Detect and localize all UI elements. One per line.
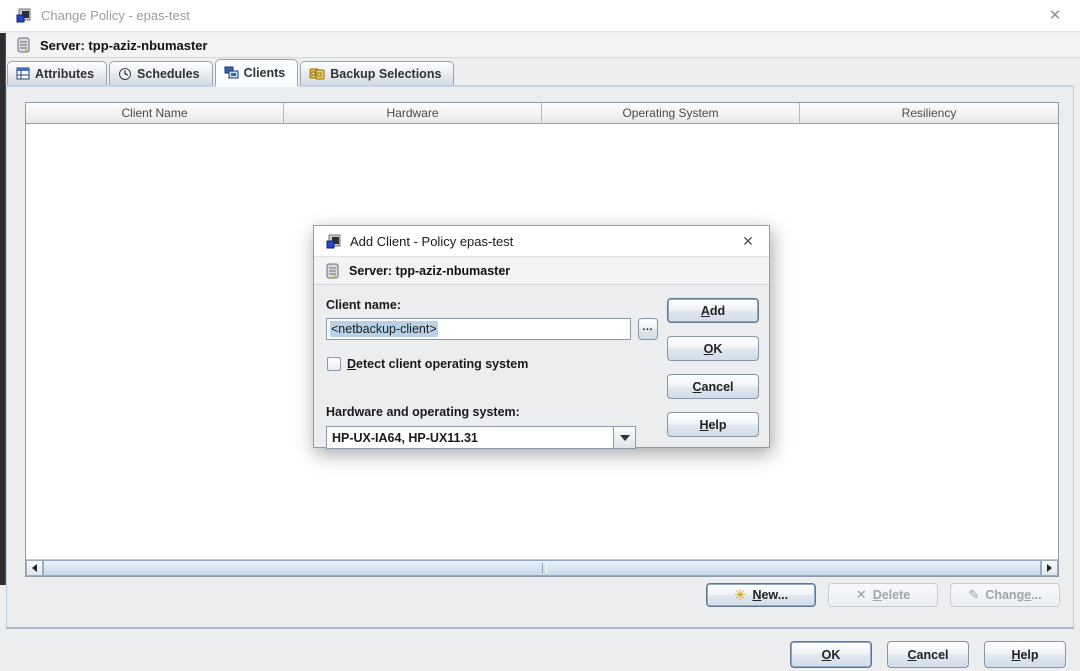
help-button[interactable]: Help — [984, 641, 1066, 668]
add-client-body: Client name: <netbackup-client> … Detect… — [314, 285, 769, 448]
dialog-cancel-button[interactable]: Cancel — [667, 374, 759, 399]
tab-attributes[interactable]: Attributes — [7, 61, 107, 85]
column-header-resiliency[interactable]: Resiliency — [800, 103, 1058, 124]
new-star-icon: ✳ — [734, 588, 747, 603]
column-header-operating-system[interactable]: Operating System — [542, 103, 800, 124]
detect-os-checkbox[interactable] — [327, 357, 341, 371]
browse-clients-button[interactable]: … — [638, 318, 658, 340]
chevron-down-icon — [620, 435, 630, 441]
change-pen-icon: ✎ — [968, 587, 979, 603]
scroll-left-button[interactable] — [26, 560, 43, 576]
tab-backup-selections[interactable]: Backup Selections — [300, 61, 454, 85]
dialog-add-button[interactable]: Add — [667, 298, 759, 323]
client-actions-row: ✳ New... ✕ Delete ✎ Change... — [6, 583, 1074, 609]
policy-tabbar: Attributes Schedules Clients Backup Sele… — [7, 59, 1080, 85]
dialog-close-icon[interactable]: ✕ — [737, 231, 759, 251]
dialog-ok-button[interactable]: OK — [667, 336, 759, 361]
clients-tab-icon — [224, 66, 239, 79]
combo-dropdown-button[interactable] — [613, 427, 635, 448]
tab-clients[interactable]: Clients — [215, 59, 299, 85]
detect-os-row: Detect client operating system — [327, 357, 528, 371]
server-bar: Server: tpp-aziz-nbumaster — [7, 33, 1080, 58]
window-titlebar: Change Policy - epas-test ✕ — [0, 0, 1080, 32]
netbackup-change-policy-window: Change Policy - epas-test ✕ Server: tpp-… — [0, 0, 1080, 671]
client-name-label: Client name: — [326, 298, 401, 312]
dialog-window-icon — [326, 234, 341, 249]
window-close-icon[interactable]: ✕ — [1044, 6, 1066, 26]
column-header-hardware[interactable]: Hardware — [284, 103, 542, 124]
dialog-footer: OK Cancel Help — [0, 631, 1080, 671]
change-client-button[interactable]: ✎ Change... — [950, 583, 1060, 607]
scroll-right-button[interactable] — [1041, 560, 1058, 576]
hardware-os-value: HP-UX-IA64, HP-UX11.31 — [327, 431, 613, 445]
add-client-dialog: Add Client - Policy epas-test ✕ Server: … — [313, 225, 770, 448]
hardware-os-combobox[interactable]: HP-UX-IA64, HP-UX11.31 — [326, 426, 636, 449]
column-header-client-name[interactable]: Client Name — [26, 103, 284, 124]
horizontal-scrollbar[interactable] — [26, 559, 1058, 576]
backup-selections-tab-icon — [309, 67, 325, 80]
app-window-icon — [16, 8, 31, 23]
dialog-server-icon — [326, 263, 339, 279]
client-name-selected-text: <netbackup-client> — [330, 321, 438, 337]
scroll-right-icon — [1047, 564, 1052, 572]
add-client-titlebar: Add Client - Policy epas-test ✕ — [314, 226, 769, 257]
cancel-button[interactable]: Cancel — [887, 641, 969, 668]
server-name: Server: tpp-aziz-nbumaster — [40, 38, 208, 53]
delete-client-button[interactable]: ✕ Delete — [828, 583, 938, 607]
ok-button[interactable]: OK — [790, 641, 872, 668]
scroll-left-icon — [32, 564, 37, 572]
new-client-button[interactable]: ✳ New... — [706, 583, 816, 607]
add-client-title: Add Client - Policy epas-test — [350, 234, 513, 249]
clients-table-header: Client Name Hardware Operating System Re… — [26, 103, 1058, 124]
window-title: Change Policy - epas-test — [41, 8, 190, 23]
delete-x-icon: ✕ — [856, 587, 867, 603]
tab-schedules[interactable]: Schedules — [109, 61, 213, 85]
dialog-server-name: Server: tpp-aziz-nbumaster — [349, 264, 510, 278]
attributes-tab-icon — [16, 67, 30, 80]
scrollbar-thumb[interactable] — [43, 560, 1041, 576]
hardware-os-label: Hardware and operating system: — [326, 405, 520, 419]
detect-os-label: Detect client operating system — [347, 357, 528, 371]
server-icon — [17, 37, 30, 53]
dialog-server-bar: Server: tpp-aziz-nbumaster — [314, 257, 769, 285]
schedules-tab-icon — [118, 67, 132, 81]
dialog-help-button[interactable]: Help — [667, 412, 759, 437]
client-name-input[interactable]: <netbackup-client> — [326, 318, 631, 340]
